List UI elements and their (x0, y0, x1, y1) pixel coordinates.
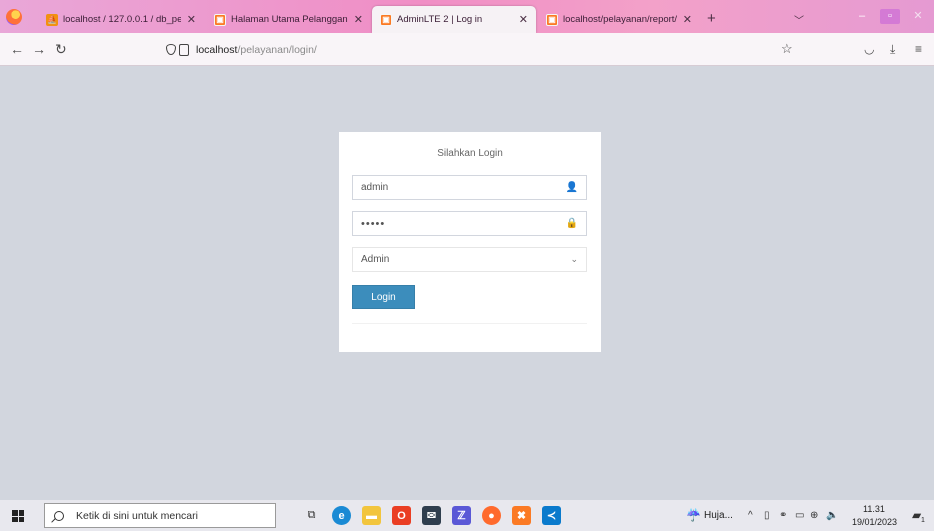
address-bar[interactable]: localhost/pelayanan/login/ (166, 38, 808, 61)
mail-icon[interactable]: ✉ (422, 506, 441, 525)
back-arrow-icon[interactable]: ← (10, 41, 24, 57)
xampp-icon: ▣ (214, 13, 226, 26)
speaker-icon[interactable]: 🔈 (826, 510, 838, 521)
browser-tab-bar: ⛵ localhost / 127.0.0.1 / db_pelay ✕ ▣ H… (0, 0, 934, 33)
firefox-icon[interactable]: ● (482, 506, 501, 525)
monitor-icon[interactable]: ▭ (795, 510, 804, 521)
notification-icon[interactable]: ▰ (912, 508, 921, 522)
task-view-icon[interactable]: ⧉ (302, 506, 321, 525)
phpmyadmin-icon: ⛵ (46, 13, 58, 26)
pocket-icon[interactable]: ◡ (864, 41, 874, 57)
lock-icon: 🔒 (565, 218, 578, 229)
login-button[interactable]: Login (352, 285, 415, 309)
tab-adminlte-login[interactable]: ▣ AdminLTE 2 | Log in ✕ (372, 6, 536, 33)
windows-start-icon[interactable] (12, 510, 24, 522)
search-icon (54, 510, 64, 521)
login-box: Silahkan Login admin 👤 ••••• 🔒 Admin ⌄ L… (339, 132, 601, 352)
navigation-toolbar: ← → ↻ localhost/pelayanan/login/ ☆ ◡ ⤓ ≡ (0, 33, 934, 66)
battery-icon[interactable]: ▯ (764, 510, 770, 521)
windows-taskbar: Ketik di sini untuk mencari ⧉ e ▬ O ✉ ℤ … (0, 500, 934, 531)
firefox-menu-icon[interactable] (6, 9, 22, 25)
password-value: ••••• (361, 217, 386, 230)
hamburger-menu-icon[interactable]: ≡ (915, 41, 922, 57)
box-divider (352, 323, 587, 324)
role-selected-value: Admin (361, 254, 390, 265)
vscode-icon[interactable]: ≺ (542, 506, 561, 525)
tab-label: AdminLTE 2 | Log in (397, 14, 483, 25)
tab-label: Halaman Utama Pelanggan (231, 14, 348, 25)
visual-studio-icon[interactable]: ℤ (452, 506, 471, 525)
tab-phpmyadmin[interactable]: ⛵ localhost / 127.0.0.1 / db_pelay ✕ (38, 6, 204, 33)
xampp-icon: ▣ (380, 13, 392, 26)
xampp-icon: ▣ (546, 13, 558, 26)
restore-icon[interactable]: ▫ (880, 9, 900, 24)
clock-date[interactable]: 19/01/2023 (852, 517, 897, 527)
weather-icon[interactable]: ☔ (686, 508, 701, 522)
login-box-message: Silahkan Login (437, 148, 503, 159)
user-icon: 👤 (565, 182, 578, 193)
tab-label: localhost / 127.0.0.1 / db_pelay (63, 14, 181, 25)
edge-icon[interactable]: e (332, 506, 351, 525)
url-host: localhost (196, 43, 238, 56)
weather-text[interactable]: Huja... (704, 510, 733, 521)
chevron-down-icon: ⌄ (570, 254, 578, 264)
close-icon[interactable]: ✕ (513, 13, 528, 26)
forward-arrow-icon[interactable]: → (32, 41, 46, 57)
tracking-protection-shield-icon[interactable] (166, 44, 176, 55)
taskbar-search-box[interactable]: Ketik di sini untuk mencari (44, 503, 276, 528)
tab-report[interactable]: ▣ localhost/pelayanan/report/ce ✕ (538, 6, 700, 33)
page-info-icon[interactable] (179, 43, 189, 56)
close-icon[interactable]: ✕ (677, 13, 692, 26)
chevron-down-icon[interactable]: ﹀ (794, 12, 804, 27)
username-value: admin (361, 182, 389, 193)
minimize-icon[interactable]: – (852, 9, 872, 24)
search-placeholder: Ketik di sini untuk mencari (76, 509, 198, 522)
globe-icon[interactable]: ⊕ (810, 510, 818, 521)
url-path: /pelayanan/login/ (237, 43, 317, 56)
close-icon[interactable]: ✕ (181, 13, 196, 26)
chevron-up-icon[interactable]: ^ (748, 510, 753, 521)
bookmark-star-icon[interactable]: ☆ (781, 41, 793, 57)
tab-halaman-utama[interactable]: ▣ Halaman Utama Pelanggan ✕ (206, 6, 371, 33)
window-close-icon[interactable]: ✕ (908, 9, 928, 24)
app-tray-icon[interactable]: ⚭ (779, 510, 787, 521)
tab-label: localhost/pelayanan/report/ce (563, 14, 677, 25)
new-tab-plus-icon[interactable]: + (707, 11, 716, 26)
username-field[interactable]: admin 👤 (352, 175, 587, 200)
reload-icon[interactable]: ↻ (55, 41, 67, 57)
download-icon[interactable]: ⤓ (890, 41, 895, 57)
office-icon[interactable]: O (392, 506, 411, 525)
password-field[interactable]: ••••• 🔒 (352, 211, 587, 236)
close-icon[interactable]: ✕ (348, 13, 363, 26)
xampp-icon[interactable]: ✖ (512, 506, 531, 525)
clock-time[interactable]: 11.31 (863, 504, 885, 514)
role-select[interactable]: Admin ⌄ (352, 247, 587, 272)
notification-count: 1 (921, 517, 925, 524)
file-explorer-icon[interactable]: ▬ (362, 506, 381, 525)
